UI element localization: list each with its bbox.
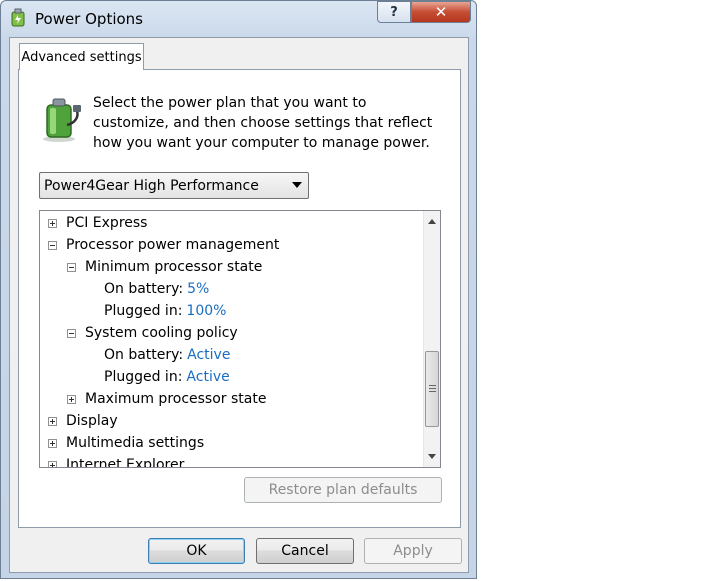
scroll-thumb[interactable] — [425, 351, 439, 427]
tree-setting-cooling-plugged-in[interactable]: Plugged in: Active — [104, 367, 230, 387]
tree-item-system-cooling-policy[interactable]: System cooling policy — [67, 323, 238, 343]
restore-plan-defaults-button[interactable]: Restore plan defaults — [244, 477, 442, 503]
setting-value-link[interactable]: 100% — [186, 303, 226, 319]
help-button[interactable]: ? — [377, 1, 411, 23]
tree-item-multimedia-settings[interactable]: Multimedia settings — [48, 433, 204, 453]
tree-item-label: PCI Express — [66, 215, 148, 231]
tree-setting-min-on-battery[interactable]: On battery: 5% — [104, 279, 209, 299]
setting-value-link[interactable]: Active — [187, 347, 230, 363]
power-plan-selected: Power4Gear High Performance — [44, 177, 259, 194]
collapse-minus-icon[interactable] — [48, 240, 57, 250]
close-button[interactable]: ✕ — [411, 1, 471, 23]
tree-item-label: Display — [66, 413, 118, 429]
advanced-settings-panel: Select the power plan that you want to c… — [18, 69, 461, 528]
setting-label: Plugged in: — [104, 369, 183, 385]
tree-item-label: System cooling policy — [85, 325, 238, 341]
scroll-up-arrow-icon[interactable] — [428, 219, 436, 224]
scroll-down-arrow-icon[interactable] — [428, 454, 436, 459]
power-options-window: Power Options ? ✕ Advanced settings Sele… — [0, 0, 477, 579]
window-title: Power Options — [35, 10, 143, 28]
power-options-app-icon — [11, 8, 25, 27]
tree-item-display[interactable]: Display — [48, 411, 118, 431]
tree-item-internet-explorer[interactable]: Internet Explorer — [48, 455, 185, 468]
setting-label: On battery: — [104, 347, 184, 363]
apply-button[interactable]: Apply — [364, 538, 462, 564]
tree-item-processor-power-management[interactable]: Processor power management — [48, 235, 279, 255]
setting-value-link[interactable]: 5% — [187, 281, 209, 297]
collapse-minus-icon[interactable] — [67, 262, 76, 272]
collapse-minus-icon[interactable] — [67, 328, 76, 338]
grip-line — [429, 385, 436, 386]
power-plan-dropdown[interactable]: Power4Gear High Performance — [39, 172, 309, 199]
tree-item-minimum-processor-state[interactable]: Minimum processor state — [67, 257, 262, 277]
grip-line — [429, 391, 436, 392]
tree-item-label: Minimum processor state — [85, 259, 263, 275]
chevron-down-icon — [292, 182, 302, 188]
tree-scrollbar[interactable] — [423, 211, 440, 467]
close-icon: ✕ — [434, 3, 448, 21]
settings-tree[interactable]: PCI Express Processor power management M… — [39, 210, 441, 468]
setting-label: On battery: — [104, 281, 184, 297]
expand-plus-icon[interactable] — [48, 438, 57, 448]
intro-text: Select the power plan that you want to c… — [93, 95, 433, 151]
tab-advanced-settings[interactable]: Advanced settings — [19, 43, 144, 70]
expand-plus-icon[interactable] — [48, 460, 57, 467]
tree-setting-cooling-on-battery[interactable]: On battery: Active — [104, 345, 230, 365]
expand-plus-icon[interactable] — [48, 416, 57, 426]
ok-button[interactable]: OK — [148, 538, 245, 564]
title-bar[interactable]: Power Options ? ✕ — [1, 1, 476, 37]
tree-item-label: Internet Explorer — [66, 457, 185, 468]
tree-item-label: Processor power management — [66, 237, 280, 253]
setting-label: Plugged in: — [104, 303, 183, 319]
tree-item-label: Maximum processor state — [85, 391, 267, 407]
expand-plus-icon[interactable] — [67, 394, 76, 404]
expand-plus-icon[interactable] — [48, 218, 57, 228]
help-icon: ? — [390, 4, 398, 20]
tree-item-maximum-processor-state[interactable]: Maximum processor state — [67, 389, 266, 409]
battery-plan-icon — [43, 98, 81, 142]
tree-item-label: Multimedia settings — [66, 435, 205, 451]
setting-value-link[interactable]: Active — [186, 369, 229, 385]
grip-line — [429, 388, 436, 389]
tree-setting-min-plugged-in[interactable]: Plugged in: 100% — [104, 301, 226, 321]
cancel-button[interactable]: Cancel — [256, 538, 354, 564]
tree-item-pci-express[interactable]: PCI Express — [48, 213, 147, 233]
dialog-client-area: Advanced settings Select the power plan … — [9, 37, 469, 573]
